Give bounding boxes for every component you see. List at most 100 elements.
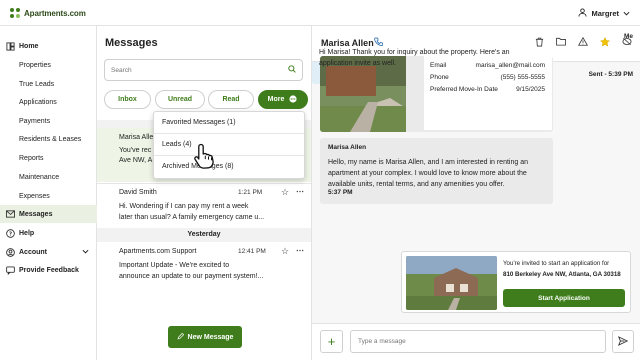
apartments-logo[interactable]: Apartments.com (10, 8, 86, 19)
send-button[interactable] (612, 330, 634, 353)
sidebar-item-true-leads[interactable]: True Leads (0, 75, 97, 93)
sidebar-item-label: Residents & Leases (19, 135, 82, 143)
star-icon[interactable]: ☆ (281, 187, 289, 198)
star-filled-icon[interactable] (599, 36, 611, 49)
sidebar-item-label: Home (19, 42, 39, 50)
more-label: More (267, 96, 285, 103)
detail-value-phone: (555) 555-5555 (500, 74, 545, 81)
conversation-name: David Smith (119, 189, 157, 196)
conversation-apartments-support[interactable]: Apartments.com Support 12:41 PM ☆ ⋯ Impo… (97, 243, 311, 291)
sidebar-item-reports[interactable]: Reports (0, 149, 97, 167)
sidebar-item-account[interactable]: Account (0, 243, 97, 261)
account-icon (6, 247, 15, 257)
sidebar: Home Properties True Leads Applications … (0, 26, 97, 360)
search-icon[interactable] (288, 65, 296, 75)
message-status: Sent - 5:39 PM (588, 71, 633, 78)
filter-inbox-button[interactable]: Inbox (104, 90, 151, 109)
star-icon[interactable]: ☆ (281, 246, 289, 257)
start-application-button[interactable]: Start Application (503, 289, 625, 307)
detail-value-move-in: 9/15/2025 (516, 86, 545, 93)
conversation-time: 12:41 PM (238, 248, 266, 255)
dropdown-divider (154, 133, 304, 134)
message-sender: Me (623, 33, 633, 40)
folder-icon[interactable] (556, 37, 566, 49)
chat-actions (535, 36, 632, 49)
new-message-label: New Message (187, 333, 234, 341)
more-dots-icon (288, 94, 298, 105)
sidebar-item-home[interactable]: Home (0, 37, 97, 55)
incoming-message-bubble: Marisa Allen Hello, my name is Marisa Al… (320, 138, 553, 204)
home-icon (6, 41, 15, 51)
help-icon: ? (6, 228, 15, 238)
filter-unread-button[interactable]: Unread (155, 90, 205, 109)
sidebar-item-label: Help (19, 229, 35, 237)
envelope-icon (6, 210, 15, 219)
new-message-button[interactable]: New Message (168, 326, 242, 348)
chat-panel: Marisa Allen Email marisa_allen@mail.com… (312, 26, 640, 360)
sidebar-item-expenses[interactable]: Expenses (0, 187, 97, 205)
sidebar-item-label: Payments (19, 117, 51, 125)
sidebar-item-feedback[interactable]: Provide Feedback (0, 261, 97, 279)
sidebar-item-applications[interactable]: Applications (0, 93, 97, 111)
conversation-name: Marisa Allen (119, 134, 158, 141)
sidebar-item-label: Expenses (19, 192, 50, 200)
dropdown-item-leads[interactable]: Leads (4) (162, 141, 192, 148)
invite-address: 810 Berkeley Ave NW, Atlanta, GA 30318 (503, 271, 621, 278)
logo-text: Apartments.com (24, 9, 86, 18)
add-attachment-button[interactable]: + (320, 330, 343, 353)
top-bar: Apartments.com Margret (0, 0, 640, 26)
filter-read-button[interactable]: Read (208, 90, 254, 109)
user-menu[interactable]: Margret (578, 8, 630, 19)
sidebar-item-label: True Leads (19, 80, 55, 88)
conversation-name: Apartments.com Support (119, 248, 197, 255)
message-text: Hi Marisa! Thank you for inquiry about t… (319, 49, 510, 67)
detail-label-phone: Phone (430, 74, 449, 81)
more-options-icon[interactable]: ⋯ (296, 187, 304, 196)
conversation-preview-line-2: later than usual? A family emergency cam… (119, 214, 265, 221)
conversation-time: 1:21 PM (238, 189, 263, 196)
sidebar-item-payments[interactable]: Payments (0, 112, 97, 130)
chevron-down-icon (82, 249, 89, 256)
warning-icon[interactable] (577, 36, 589, 49)
sidebar-item-help[interactable]: ? Help (0, 224, 97, 242)
trash-icon[interactable] (535, 37, 544, 49)
sidebar-item-residents-leases[interactable]: Residents & Leases (0, 130, 97, 148)
sidebar-item-label: Provide Feedback (19, 266, 79, 274)
message-text: Hello, my name is Marisa Allen, and I am… (328, 159, 528, 188)
filter-more-button[interactable]: More (258, 90, 308, 109)
page-title: Messages (105, 37, 158, 49)
sidebar-item-label: Properties (19, 61, 51, 69)
svg-text:?: ? (9, 231, 12, 237)
search-box (104, 59, 303, 81)
sidebar-item-label: Messages (19, 210, 53, 218)
conversation-david-smith[interactable]: David Smith 1:21 PM ☆ ⋯ Hi. Wondering if… (97, 183, 311, 228)
sidebar-item-properties[interactable]: Properties (0, 56, 97, 74)
user-name: Margret (591, 9, 619, 18)
message-input[interactable] (350, 330, 606, 353)
sidebar-item-maintenance[interactable]: Maintenance (0, 168, 97, 186)
message-composer: + (312, 323, 640, 360)
search-input[interactable] (111, 64, 281, 76)
property-photo (406, 256, 497, 310)
detail-label-move-in: Preferred Move-In Date (430, 86, 498, 93)
conversation-preview-line-1: Important Update - We're excited to (119, 262, 230, 269)
logo-mark-icon (10, 8, 21, 19)
more-options-icon[interactable]: ⋯ (296, 246, 304, 255)
sidebar-item-messages[interactable]: Messages (0, 205, 97, 223)
invite-text: You're invited to start an application f… (503, 260, 610, 267)
user-icon (578, 8, 588, 19)
sidebar-item-label: Maintenance (19, 173, 60, 181)
conversation-preview-line-1: Hi. Wondering if I can pay my rent a wee… (119, 203, 249, 210)
message-sender: Marisa Allen (328, 144, 367, 151)
sidebar-item-label: Applications (19, 98, 57, 106)
more-filters-dropdown: Favorited Messages (1) Leads (4) Archive… (153, 111, 305, 179)
message-time: 5:37 PM (328, 189, 353, 196)
application-invite-card: You're invited to start an application f… (401, 251, 631, 313)
feedback-icon (6, 265, 15, 275)
sidebar-item-label: Account (19, 248, 47, 256)
dropdown-item-favorited[interactable]: Favorited Messages (1) (162, 119, 236, 126)
conversation-preview-line-2: announce an update to our payment system… (119, 273, 264, 280)
hand-pointer-icon (193, 142, 219, 170)
pencil-icon (177, 332, 184, 342)
send-icon (617, 335, 629, 348)
